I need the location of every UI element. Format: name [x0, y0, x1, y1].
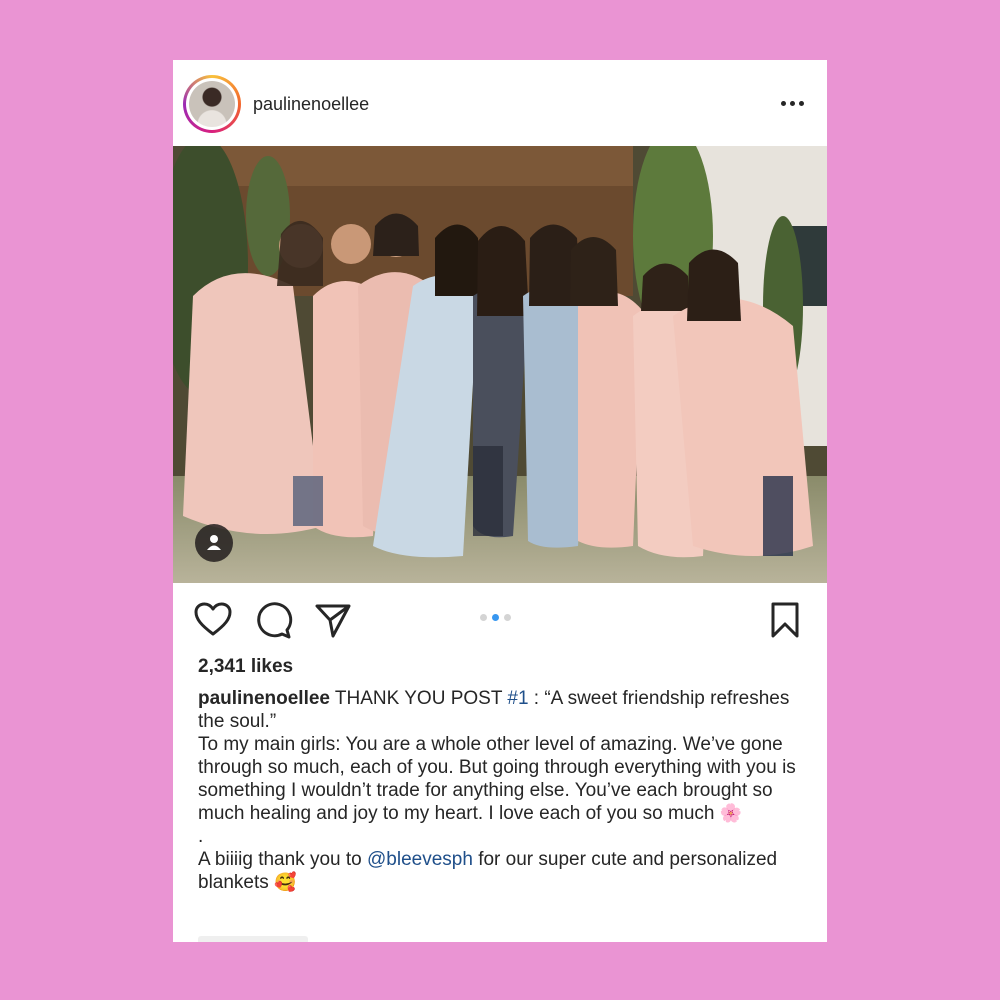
hashtag-link[interactable]: #1 [507, 688, 528, 709]
flower-emoji: 🌸 [719, 803, 743, 824]
bookmark-icon[interactable] [765, 600, 805, 640]
post-header: paulinenoellee [173, 60, 827, 148]
post-username[interactable]: paulinenoellee [253, 94, 369, 115]
more-options-icon[interactable] [781, 94, 807, 112]
action-bar [173, 583, 827, 653]
smiling-hearts-emoji: 🥰 [274, 872, 297, 893]
caption-text: A biiiig thank you to [198, 849, 367, 870]
tagged-user-icon[interactable] [195, 524, 233, 562]
truncated-text-hint [198, 936, 308, 942]
mention-link[interactable]: @bleevesph [367, 849, 473, 870]
post-photo[interactable] [173, 146, 827, 583]
carousel-dot [480, 614, 487, 621]
post-caption: paulinenoellee THANK YOU POST #1 : “A sw… [198, 687, 808, 894]
instagram-post-card: paulinenoellee 2,341 likes paulinenoelle… [173, 60, 827, 942]
heart-icon[interactable] [193, 600, 233, 640]
caption-text: THANK YOU POST [329, 688, 508, 709]
caption-paragraph: To my main girls: You are a whole other … [198, 734, 796, 824]
carousel-indicator [480, 614, 511, 621]
caption-username[interactable]: paulinenoellee [198, 688, 330, 709]
likes-count[interactable]: 2,341 likes [198, 656, 293, 678]
comment-icon[interactable] [253, 600, 293, 640]
carousel-dot [504, 614, 511, 621]
caption-separator: . [198, 826, 204, 847]
avatar[interactable] [183, 75, 241, 133]
carousel-dot-active [492, 614, 499, 621]
share-icon[interactable] [313, 600, 353, 640]
